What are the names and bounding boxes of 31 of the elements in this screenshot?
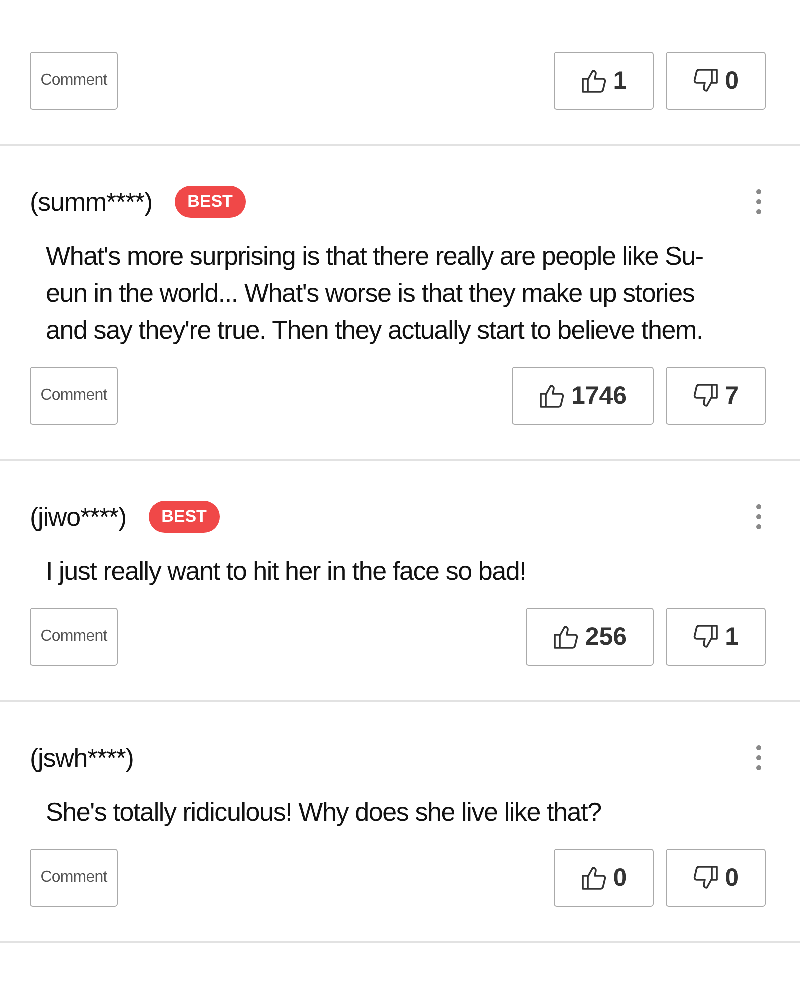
thumbs-down-icon (693, 624, 720, 650)
more-icon[interactable] (756, 745, 762, 771)
like-button[interactable]: 256 (526, 608, 654, 666)
more-icon[interactable] (756, 189, 762, 215)
comment-button[interactable]: Comment (30, 849, 118, 907)
author-name: (jiwo****) (30, 502, 127, 532)
dislike-button[interactable]: 0 (666, 849, 766, 907)
author-name: (jswh****) (30, 742, 134, 774)
thumbs-up-icon (581, 68, 608, 94)
dislike-button[interactable]: 1 (666, 608, 766, 666)
like-button[interactable]: 1 (554, 52, 654, 110)
thumbs-up-icon (553, 624, 580, 650)
thumbs-down-icon (693, 865, 720, 891)
dislike-button[interactable]: 7 (666, 367, 766, 425)
best-badge: BEST (148, 501, 220, 533)
dislike-button[interactable]: 0 (666, 52, 766, 110)
best-badge: BEST (174, 186, 246, 218)
like-button[interactable]: 1746 (512, 367, 654, 425)
comment-button[interactable]: Comment (30, 367, 118, 425)
more-icon[interactable] (756, 504, 762, 530)
thumbs-up-icon (539, 383, 566, 409)
comment-text: She's totally ridiculous! Why does she live like that? (46, 796, 602, 829)
thumbs-up-icon (581, 865, 608, 891)
comment-text: I just really want to hit her in the face so bad! (46, 555, 528, 588)
comment-button[interactable]: Comment (30, 52, 118, 110)
author-name: (summ****) (30, 186, 153, 218)
thumbs-down-icon (693, 383, 720, 409)
comment-button[interactable]: Comment (30, 608, 118, 666)
thumbs-down-icon (693, 68, 720, 94)
comment-text: What's more surprising is that there really are people like Su-eun in the world... What's worse is that they make up stories and say they're true. Then they actually start to believe them. (46, 240, 704, 347)
like-button[interactable]: 0 (554, 849, 654, 907)
